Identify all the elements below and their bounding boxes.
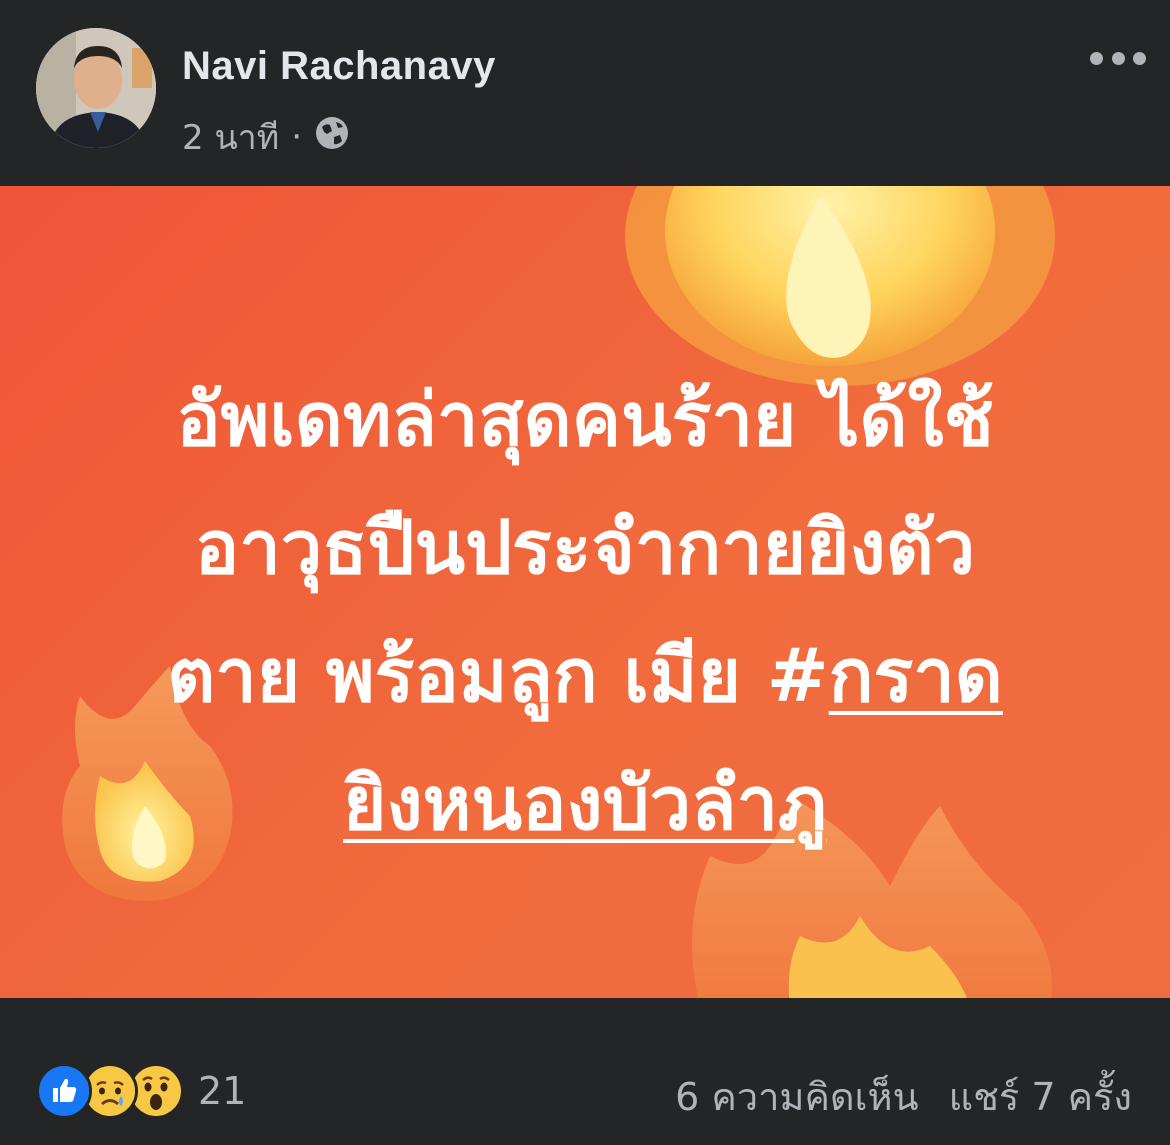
hashtag-link[interactable]: กราด (829, 633, 1003, 719)
reaction-count[interactable]: 21 (198, 1069, 246, 1113)
avatar[interactable] (36, 28, 156, 148)
post-stats: 6 ความคิดเห็น แชร์ 7 ครั้ง (675, 1066, 1132, 1127)
post-text-line: อาวุธปืนประจำกายยิงตัว (194, 505, 976, 591)
meta-separator: · (291, 117, 302, 157)
post-text-fragment: ตาย พร้อมลูก เมีย # (167, 633, 829, 719)
post-text-line: อัพเดทล่าสุดคนร้าย ได้ใช้ (176, 377, 994, 463)
post-time[interactable]: 2 นาที (182, 110, 279, 164)
post-text-line: ยิงหนองบัวลำภู (60, 740, 1110, 868)
author-name[interactable]: Navi Rachanavy (182, 44, 496, 89)
post-text: อัพเดทล่าสุดคนร้าย ได้ใช้ อาวุธปืนประจำก… (60, 356, 1110, 868)
post-header: Navi Rachanavy 2 นาที · (0, 0, 1170, 186)
shares-count[interactable]: แชร์ 7 ครั้ง (949, 1066, 1132, 1127)
like-icon (36, 1063, 92, 1119)
more-options-icon[interactable] (1090, 38, 1146, 78)
reactions-summary[interactable]: 21 (36, 1063, 246, 1119)
post-background: อัพเดทล่าสุดคนร้าย ได้ใช้ อาวุธปืนประจำก… (0, 186, 1170, 998)
globe-icon (314, 115, 350, 160)
comments-count[interactable]: 6 ความคิดเห็น (675, 1066, 919, 1127)
hashtag-link-continued[interactable]: ยิงหนองบัวลำภู (343, 761, 827, 847)
post-text-line: ตาย พร้อมลูก เมีย #กราด (60, 612, 1110, 740)
post-meta: 2 นาที · (182, 110, 350, 164)
